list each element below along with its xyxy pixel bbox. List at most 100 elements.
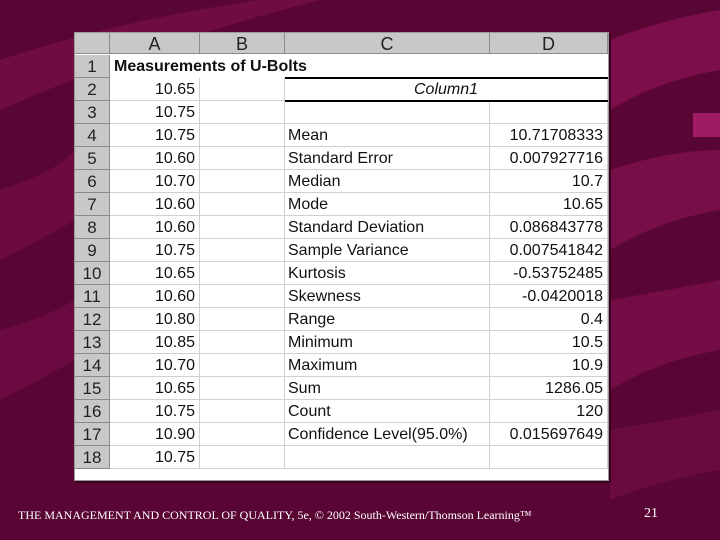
- cell-measurement[interactable]: 10.75: [110, 101, 200, 124]
- cell-measurement[interactable]: 10.65: [110, 262, 200, 285]
- cell-measurement[interactable]: 10.65: [110, 78, 200, 101]
- cell-empty[interactable]: [200, 101, 285, 124]
- cell-measurement[interactable]: 10.70: [110, 354, 200, 377]
- row-header[interactable]: 15: [75, 377, 110, 400]
- column-header-a[interactable]: A: [110, 33, 200, 54]
- cell-stat-value[interactable]: 0.007927716: [490, 147, 608, 170]
- header-rule: [285, 77, 608, 79]
- cell-stat-value[interactable]: 120: [490, 400, 608, 423]
- table-row: 9 10.75 Sample Variance 0.007541842: [75, 239, 608, 262]
- table-row: 10 10.65 Kurtosis -0.53752485: [75, 262, 608, 285]
- cell-stat-label[interactable]: Count: [285, 400, 490, 423]
- column-header-d[interactable]: D: [490, 33, 608, 54]
- cell-stat-value[interactable]: 0.007541842: [490, 239, 608, 262]
- cell-stat-label[interactable]: Standard Deviation: [285, 216, 490, 239]
- cell-measurement[interactable]: 10.75: [110, 124, 200, 147]
- cell-stat-label[interactable]: Mean: [285, 124, 490, 147]
- cell-empty[interactable]: [200, 147, 285, 170]
- table-row: 13 10.85 Minimum 10.5: [75, 331, 608, 354]
- cell-measurement[interactable]: 10.90: [110, 423, 200, 446]
- cell-empty[interactable]: [200, 239, 285, 262]
- column-header-b[interactable]: B: [200, 33, 285, 54]
- cell-stat-label[interactable]: Mode: [285, 193, 490, 216]
- cell-stat-value[interactable]: -0.53752485: [490, 262, 608, 285]
- table-row: 12 10.80 Range 0.4: [75, 308, 608, 331]
- cell-measurement[interactable]: 10.75: [110, 446, 200, 469]
- cell-stat-value[interactable]: 10.7: [490, 170, 608, 193]
- cell-stat-label[interactable]: Skewness: [285, 285, 490, 308]
- cell-measurement[interactable]: 10.60: [110, 285, 200, 308]
- cell-stat-value[interactable]: [490, 101, 608, 124]
- row-header[interactable]: 18: [75, 446, 110, 469]
- cell-measurement[interactable]: 10.75: [110, 400, 200, 423]
- cell-stat-label[interactable]: [285, 101, 490, 124]
- table-row: 4 10.75 Mean 10.71708333: [75, 124, 608, 147]
- row-header[interactable]: 17: [75, 423, 110, 446]
- cell-stat-value[interactable]: 10.9: [490, 354, 608, 377]
- cell-empty[interactable]: [200, 124, 285, 147]
- cell-stat-label[interactable]: Range: [285, 308, 490, 331]
- select-all-corner[interactable]: [75, 33, 110, 54]
- cell-stat-label[interactable]: Confidence Level(95.0%): [285, 423, 490, 446]
- table-row: 6 10.70 Median 10.7: [75, 170, 608, 193]
- row-header[interactable]: 12: [75, 308, 110, 331]
- cell-measurement[interactable]: 10.60: [110, 193, 200, 216]
- cell-empty[interactable]: [200, 216, 285, 239]
- cell-stat-label[interactable]: Standard Error: [285, 147, 490, 170]
- row-header[interactable]: 5: [75, 147, 110, 170]
- cell-empty[interactable]: [200, 78, 285, 101]
- cell-measurement[interactable]: 10.80: [110, 308, 200, 331]
- cell-measurement[interactable]: 10.60: [110, 147, 200, 170]
- row-header[interactable]: 3: [75, 101, 110, 124]
- stats-header-cell[interactable]: Column1: [285, 78, 608, 101]
- row-header[interactable]: 14: [75, 354, 110, 377]
- row-header[interactable]: 8: [75, 216, 110, 239]
- cell-empty[interactable]: [200, 423, 285, 446]
- cell-measurement[interactable]: 10.65: [110, 377, 200, 400]
- row-header[interactable]: 6: [75, 170, 110, 193]
- sheet-title[interactable]: Measurements of U-Bolts: [114, 55, 307, 78]
- cell-stat-label[interactable]: Kurtosis: [285, 262, 490, 285]
- cell-measurement[interactable]: 10.85: [110, 331, 200, 354]
- cell-empty[interactable]: [200, 308, 285, 331]
- cell-stat-label[interactable]: Minimum: [285, 331, 490, 354]
- cell-empty[interactable]: [200, 193, 285, 216]
- cell-stat-value[interactable]: 0.015697649: [490, 423, 608, 446]
- cell-stat-label[interactable]: Maximum: [285, 354, 490, 377]
- cell-stat-label[interactable]: Sum: [285, 377, 490, 400]
- cell-stat-value[interactable]: 1286.05: [490, 377, 608, 400]
- cell-stat-value[interactable]: 0.4: [490, 308, 608, 331]
- row-header[interactable]: 16: [75, 400, 110, 423]
- cell-empty[interactable]: [200, 331, 285, 354]
- cell-stat-value[interactable]: 10.65: [490, 193, 608, 216]
- row-header[interactable]: 4: [75, 124, 110, 147]
- cell-empty[interactable]: [200, 354, 285, 377]
- cell-stat-value[interactable]: 10.5: [490, 331, 608, 354]
- cell-stat-value[interactable]: 10.71708333: [490, 124, 608, 147]
- column-header-c[interactable]: C: [285, 33, 490, 54]
- cell-stat-value[interactable]: [490, 446, 608, 469]
- row-header[interactable]: 7: [75, 193, 110, 216]
- cell-stat-label[interactable]: [285, 446, 490, 469]
- row-header[interactable]: 1: [75, 55, 110, 78]
- row-header[interactable]: 13: [75, 331, 110, 354]
- cell-stat-value[interactable]: 0.086843778: [490, 216, 608, 239]
- cell-empty[interactable]: [200, 377, 285, 400]
- page-number: 21: [644, 506, 658, 521]
- cell-stat-value[interactable]: -0.0420018: [490, 285, 608, 308]
- row-header[interactable]: 2: [75, 78, 110, 101]
- cell-measurement[interactable]: 10.70: [110, 170, 200, 193]
- row-header[interactable]: 10: [75, 262, 110, 285]
- header-rule: [285, 100, 608, 102]
- cell-empty[interactable]: [200, 170, 285, 193]
- cell-empty[interactable]: [200, 400, 285, 423]
- cell-empty[interactable]: [200, 262, 285, 285]
- cell-measurement[interactable]: 10.60: [110, 216, 200, 239]
- cell-measurement[interactable]: 10.75: [110, 239, 200, 262]
- cell-empty[interactable]: [200, 285, 285, 308]
- cell-empty[interactable]: [200, 446, 285, 469]
- cell-stat-label[interactable]: Median: [285, 170, 490, 193]
- cell-stat-label[interactable]: Sample Variance: [285, 239, 490, 262]
- row-header[interactable]: 9: [75, 239, 110, 262]
- row-header[interactable]: 11: [75, 285, 110, 308]
